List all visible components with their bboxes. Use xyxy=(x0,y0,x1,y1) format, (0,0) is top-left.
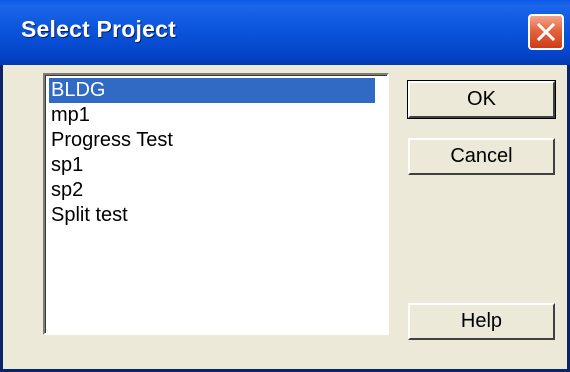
list-item[interactable]: sp1 xyxy=(49,153,375,178)
title-bar: Select Project xyxy=(0,0,570,65)
cancel-button[interactable]: Cancel xyxy=(408,138,555,175)
list-item[interactable]: Split test xyxy=(49,203,375,228)
dialog-title: Select Project xyxy=(21,16,176,42)
close-button[interactable] xyxy=(528,14,564,50)
list-item[interactable]: BLDG xyxy=(49,78,375,103)
select-project-dialog: Select Project BLDG mp1 Progress Test sp… xyxy=(0,0,570,372)
list-item[interactable]: Progress Test xyxy=(49,128,375,153)
ok-button[interactable]: OK xyxy=(407,80,556,119)
list-item[interactable]: mp1 xyxy=(49,103,375,128)
list-item[interactable]: sp2 xyxy=(49,178,375,203)
help-button[interactable]: Help xyxy=(408,303,555,340)
close-icon xyxy=(537,23,555,41)
project-listbox[interactable]: BLDG mp1 Progress Test sp1 sp2 Split tes… xyxy=(43,73,389,335)
